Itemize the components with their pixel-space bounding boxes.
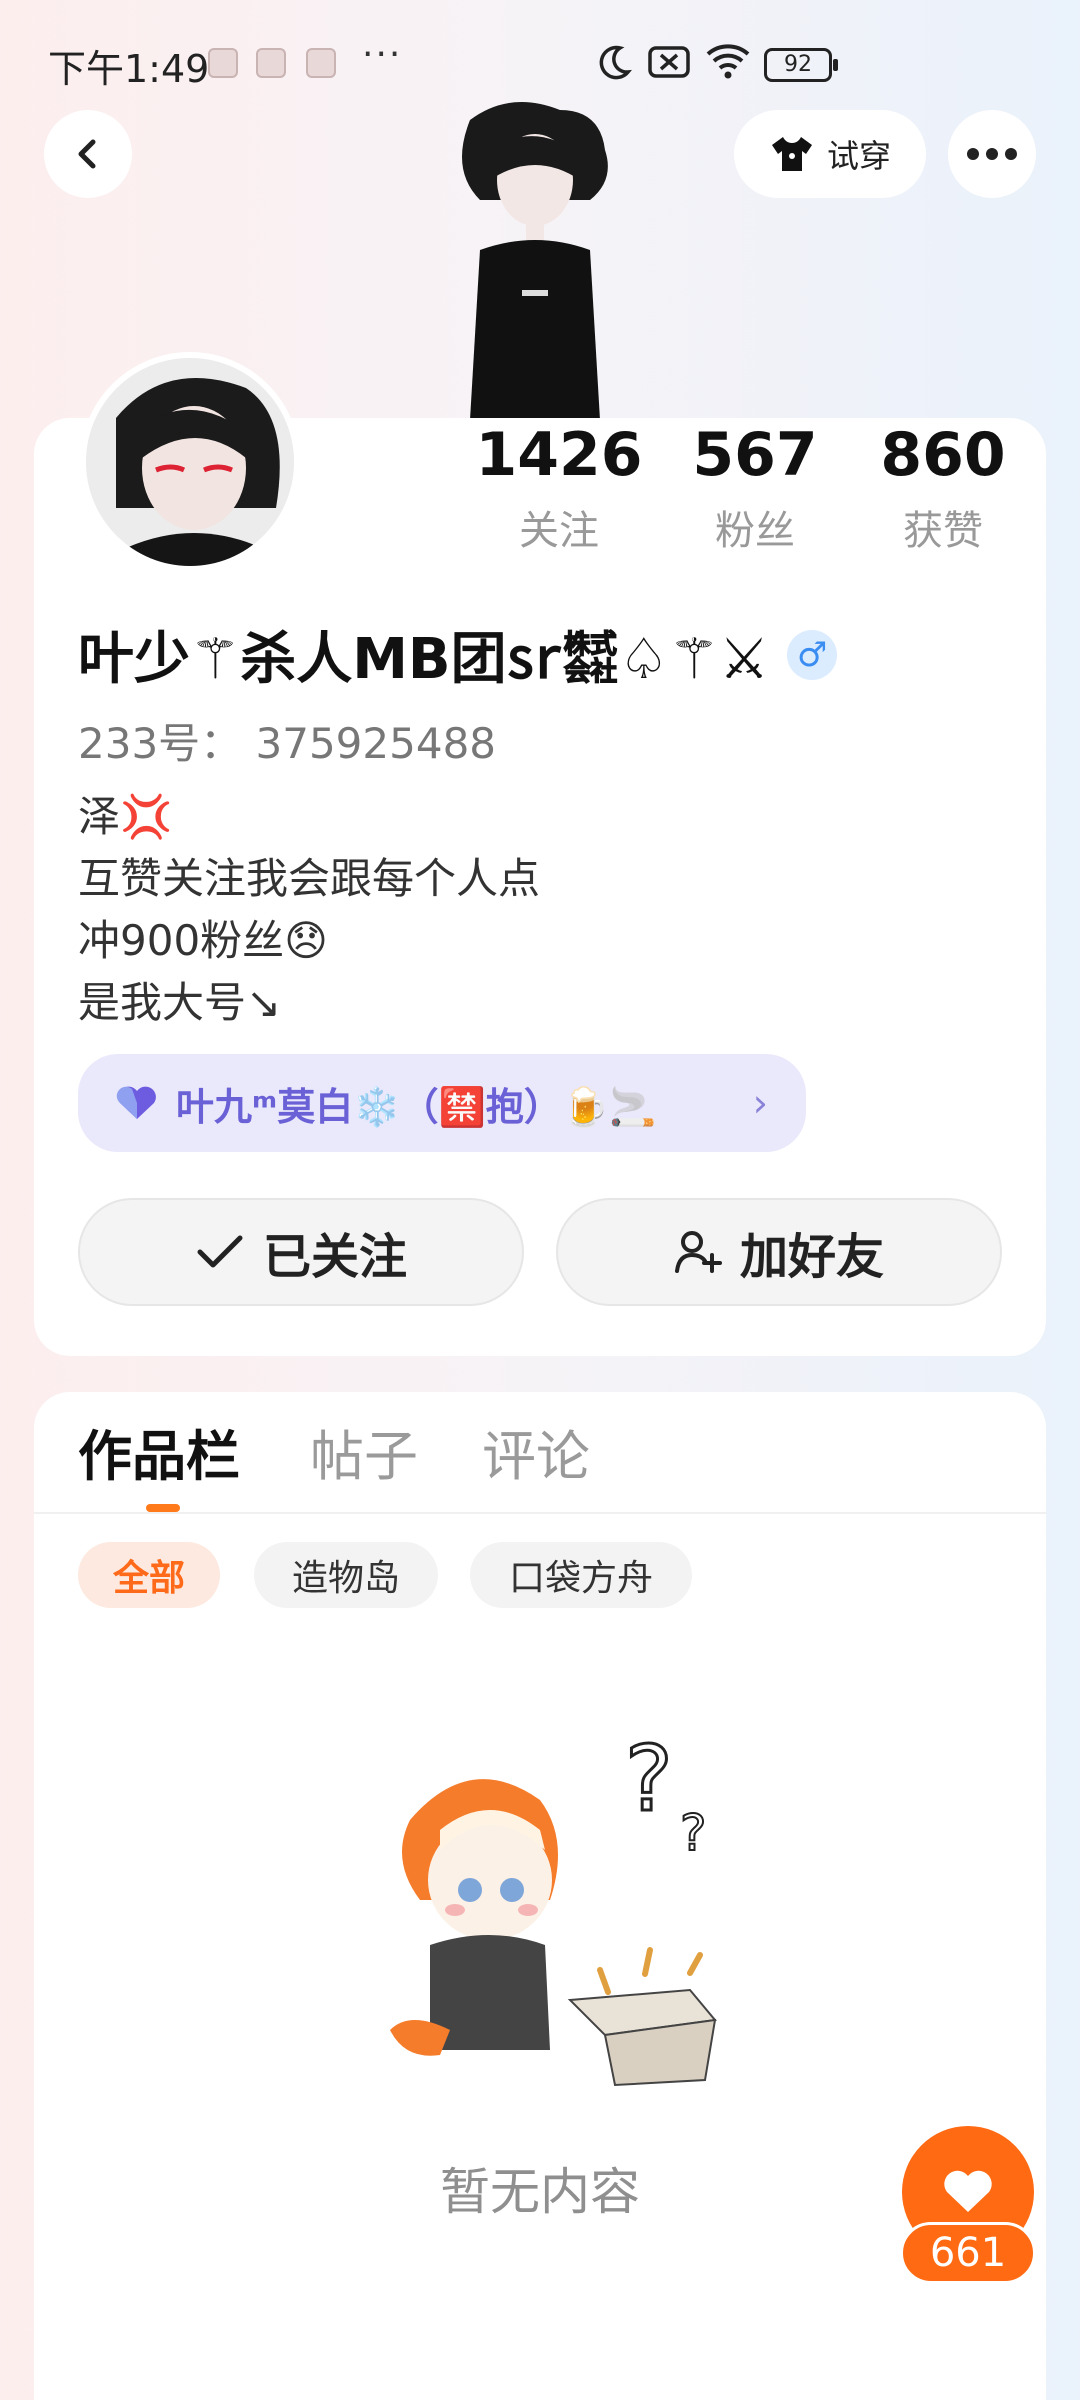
divider [34,1512,1046,1514]
tab-works[interactable]: 作品栏 [78,1412,240,1491]
username-row: 叶少⚚杀人MB团㏛㍿♤⚚⚔ ♂ [78,614,838,695]
shirt-icon [771,137,812,171]
bio-text: 泽💢 互赞关注我会跟每个人点 冲900粉丝😞 是我大号↘ [78,792,541,1027]
back-button[interactable] [44,110,132,198]
profile-actions: 已关注 加好友 [78,1198,1004,1306]
avatar-character-figure [440,100,630,420]
like-count: 661 [900,2222,1036,2284]
chevron-right-icon: › [752,1081,768,1125]
checkmark-icon [197,1235,243,1268]
more-dots-icon [967,148,1017,160]
filter-pocket-ark[interactable]: 口袋方舟 [470,1542,692,1608]
stat-number: 567 [692,420,818,490]
add-friend-button[interactable]: 加好友 [556,1198,1002,1306]
followed-button[interactable]: 已关注 [78,1198,524,1306]
try-on-button[interactable]: 试穿 [734,110,926,198]
chevron-left-icon [78,139,96,169]
stat-label: 粉丝 [715,508,795,554]
stat-following[interactable]: 1426 关注 [474,420,644,556]
group-name: 叶九ᵐ莫白❄️（🈲抱）🍺🚬 [176,1084,657,1129]
svg-text:?: ? [625,1730,673,1832]
user-id[interactable]: 233号： 375925488 [78,710,496,771]
notification-icon [208,48,238,78]
tab-indicator [146,1504,180,1512]
filter-all[interactable]: 全部 [78,1542,220,1608]
stat-label: 关注 [519,508,599,554]
followed-label: 已关注 [262,1229,407,1285]
more-notifications-indicator: ··· [362,34,403,75]
heart-icon [944,2170,992,2212]
notification-icon [256,48,286,78]
wifi-icon [706,44,750,79]
like-button[interactable]: 661 [900,2126,1036,2288]
tab-comments[interactable]: 评论 [482,1412,590,1491]
add-user-icon [674,1231,722,1273]
profile-stats: 1426 关注 567 粉丝 860 获赞 [0,420,1080,570]
username: 叶少⚚杀人MB团㏛㍿♤⚚⚔ [78,627,770,692]
add-friend-label: 加好友 [739,1229,884,1285]
status-time: 下午1:49 [48,47,210,91]
try-on-label: 试穿 [826,137,891,175]
gender-male-icon: ♂ [787,629,838,680]
more-options-button[interactable] [948,110,1036,198]
stat-number: 860 [880,420,1006,490]
stat-label: 获赞 [903,508,983,554]
moon-icon [599,45,632,80]
svg-text:?: ? [680,1804,707,1862]
filter-creation-island[interactable]: 造物岛 [254,1542,438,1608]
stat-number: 1426 [475,420,643,490]
stat-likes[interactable]: 860 获赞 [858,420,1028,556]
no-sim-icon [648,46,690,78]
heart-icon [116,1086,156,1119]
tab-posts[interactable]: 帖子 [310,1412,418,1491]
stat-followers[interactable]: 567 粉丝 [670,420,840,556]
notification-icon [306,48,336,78]
battery-indicator: 92 [764,48,838,82]
group-badge-button[interactable]: 叶九ᵐ莫白❄️（🈲抱）🍺🚬 › [78,1054,806,1152]
empty-state-illustration: ? ? [370,1726,750,2090]
battery-level: 92 [784,52,812,77]
